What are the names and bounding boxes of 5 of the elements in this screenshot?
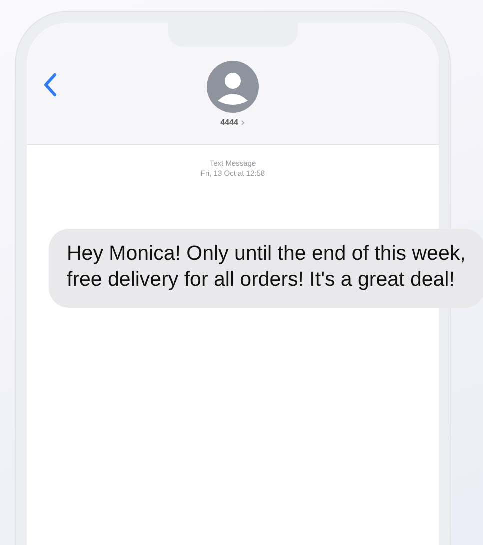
contact-name[interactable]: 4444 bbox=[220, 118, 238, 127]
avatar-icon[interactable] bbox=[207, 61, 259, 113]
chevron-right-icon bbox=[241, 120, 246, 126]
message-bubble: Hey Monica! Only until the end of this week, free delivery for all orders! It's a great deal! bbox=[49, 228, 483, 308]
back-chevron-icon[interactable] bbox=[43, 73, 57, 97]
